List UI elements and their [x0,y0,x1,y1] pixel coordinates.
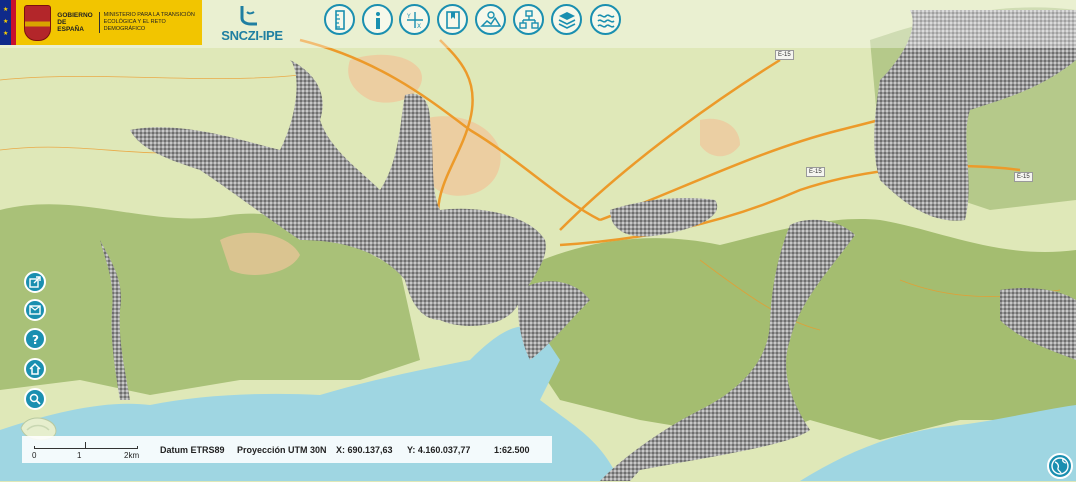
mail-button[interactable] [24,299,46,321]
home-button[interactable] [24,358,46,380]
svg-text:Y: Y [406,13,411,20]
share-button[interactable] [24,271,46,293]
y-coordinate: Y: 4.160.037,77 [407,445,471,455]
scale-bar: 0 1 2km [22,436,152,463]
svg-text:X: X [417,23,421,30]
bookmark-icon [445,10,460,29]
share-icon [29,276,41,288]
help-icon: ? [32,333,39,346]
bookmark-button[interactable] [437,4,468,35]
app-logo[interactable]: SNCZI-IPE [217,4,287,43]
road-label: E-15 [775,50,794,60]
scale-label: 2km [124,451,140,460]
water-waves-icon [596,13,615,28]
scale-label: 0 [32,451,37,460]
eu-flag: ★ ★ ★ [0,0,11,45]
coordinates-button[interactable]: YX [399,4,430,35]
globe-icon [1051,457,1069,475]
road-label: E-15 [1014,172,1033,182]
ruler-icon [334,9,345,30]
map-canvas[interactable] [0,0,1076,481]
info-icon [375,11,380,29]
map-scale: 1:62.500 [494,445,530,455]
projection-label: Proyección UTM 30N [237,445,327,455]
layers-stack-icon [558,11,575,29]
map-search-icon [479,10,501,27]
home-icon [29,362,41,375]
mail-icon [29,305,41,315]
scale-label: 1 [77,451,82,460]
layers-tree-icon [518,9,539,29]
status-bar: 0 1 2km Datum ETRS89 Proyección UTM 30N … [22,436,552,463]
snczi-logo-icon [240,6,257,26]
layers-tree-button[interactable] [513,4,544,35]
x-coordinate: X: 690.137,63 [336,445,393,455]
coat-of-arms [23,4,52,41]
water-layers-button[interactable] [590,4,621,35]
info-button[interactable] [362,4,393,35]
ministry-name: MINISTERIO PARA LA TRANSICIÓN ECOLÓGICA … [98,12,202,33]
zoom-button[interactable] [24,388,46,410]
government-logo: ★ ★ ★ GOBIERNO DE ESPAÑA MINISTERIO PARA L… [0,0,202,45]
layers-button[interactable] [551,4,582,35]
app-name: SNCZI-IPE [221,28,283,43]
zoom-icon [29,393,41,405]
svg-text:?: ? [32,333,39,346]
help-button[interactable]: ? [24,328,46,350]
measure-button[interactable] [324,4,355,35]
datum-label: Datum ETRS89 [160,445,225,455]
gov-title: GOBIERNO DE ESPAÑA [57,12,93,33]
basemap-button[interactable] [1047,453,1073,479]
coordinates-icon: YX [406,11,423,30]
map-search-button[interactable] [475,4,506,35]
road-label: E-15 [806,167,825,177]
